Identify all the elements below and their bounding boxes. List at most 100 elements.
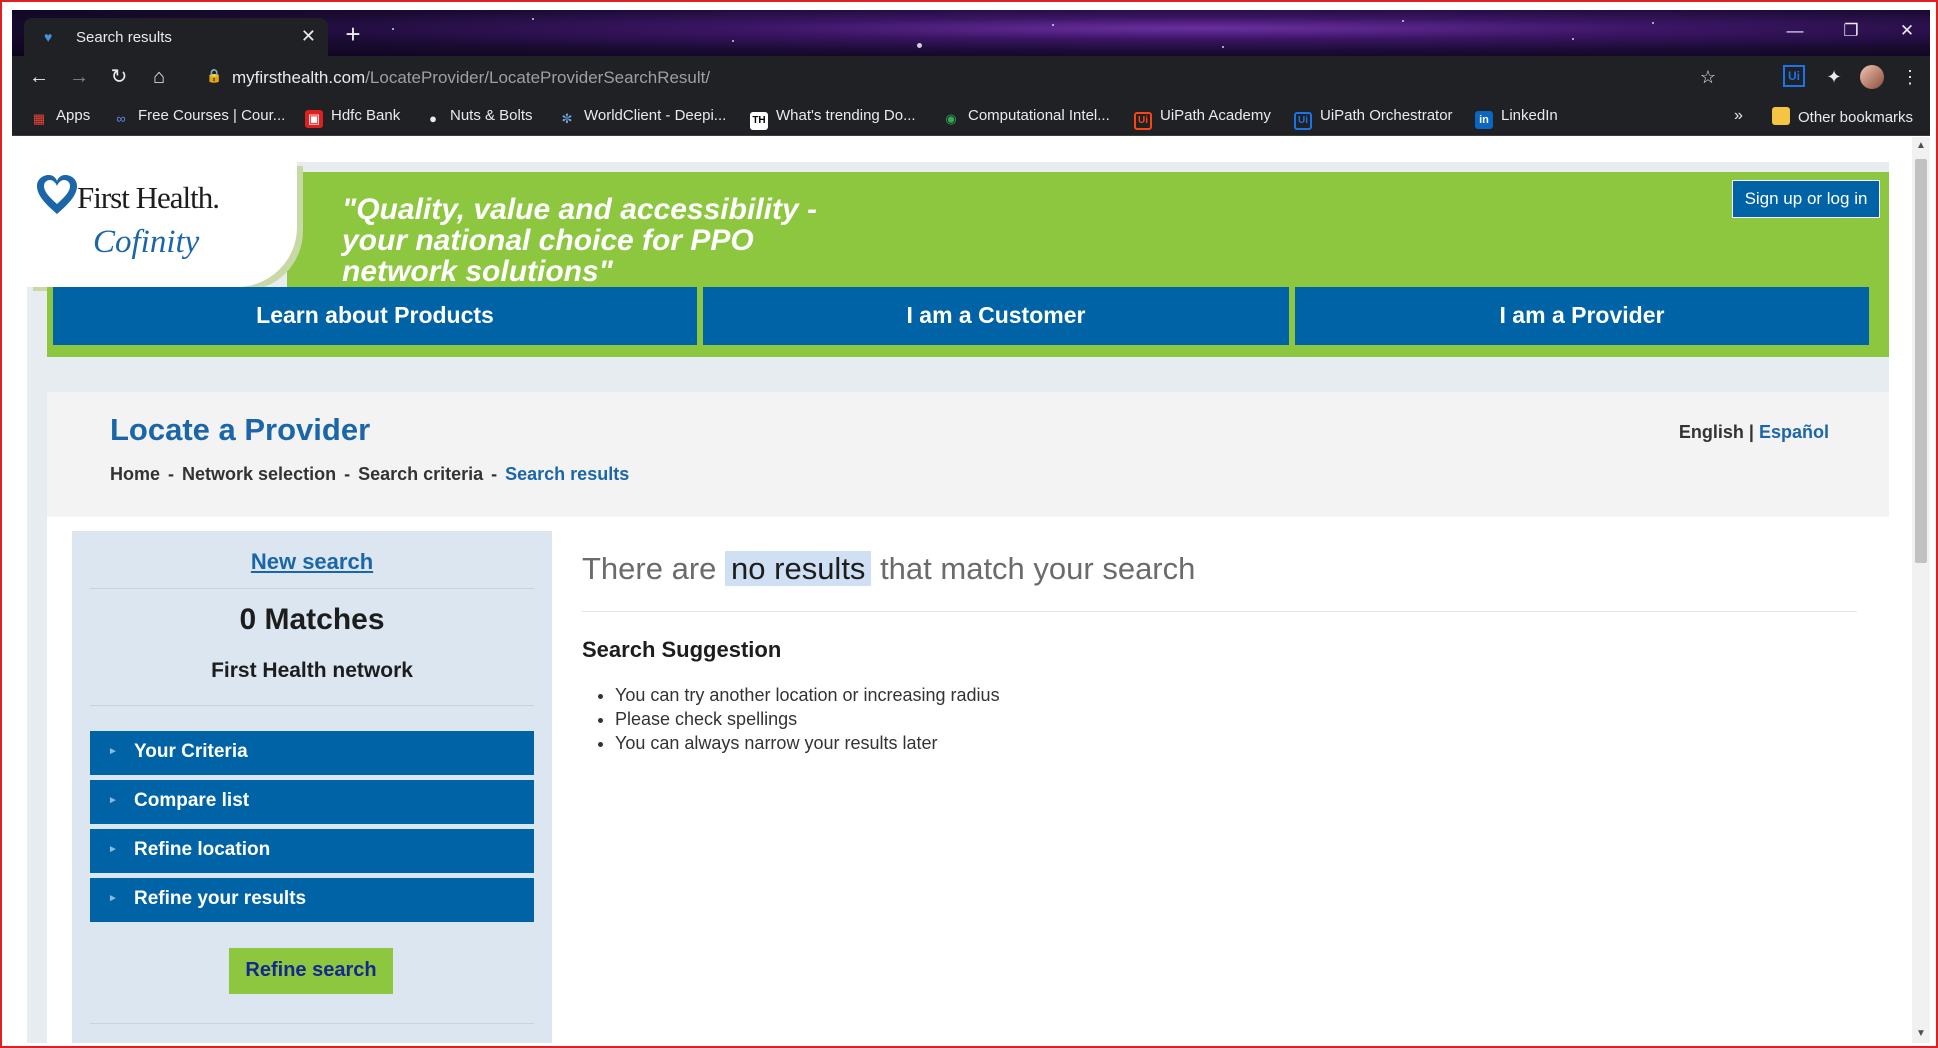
- folder-icon: [1772, 107, 1790, 125]
- bookmark-apps[interactable]: ▦ Apps: [30, 107, 90, 127]
- lang-espanol[interactable]: Español: [1759, 422, 1829, 442]
- apps-grid-icon: ▦: [32, 111, 46, 126]
- breadcrumb-separator: -: [168, 464, 175, 484]
- hdfc-icon: ▣: [305, 110, 323, 128]
- list-item: You can always narrow your results later: [615, 731, 1000, 755]
- scrollbar-thumb[interactable]: [1915, 159, 1927, 563]
- new-search-link[interactable]: New search: [72, 549, 552, 575]
- divider: [90, 588, 534, 589]
- scroll-down-icon[interactable]: ▼: [1912, 1025, 1930, 1043]
- home-icon[interactable]: ⌂: [146, 64, 172, 90]
- bookmark-worldclient[interactable]: ✼ WorldClient - Deepi...: [558, 107, 727, 127]
- bookmark-nuts-bolts[interactable]: ● Nuts & Bolts: [424, 107, 532, 127]
- caret-right-icon: ►: [108, 746, 118, 757]
- page-title: Locate a Provider: [110, 412, 371, 447]
- uipath-icon: Ui: [1294, 112, 1312, 130]
- tab-title: Search results: [76, 29, 172, 46]
- bookmark-uipath-academy[interactable]: Ui UiPath Academy: [1134, 107, 1271, 130]
- bookmark-uipath-orchestrator[interactable]: Ui UiPath Orchestrator: [1294, 107, 1453, 130]
- reload-icon[interactable]: ↻: [106, 64, 132, 90]
- main-nav: Learn about Products I am a Customer I a…: [47, 287, 1889, 357]
- caret-right-icon: ►: [108, 893, 118, 904]
- network-name: First Health network: [211, 659, 413, 682]
- bookmark-hdfc[interactable]: ▣ Hdfc Bank: [305, 107, 400, 128]
- nav-i-am-a-provider[interactable]: I am a Provider: [1295, 287, 1869, 345]
- nav-learn-about-products[interactable]: Learn about Products: [53, 287, 697, 345]
- heart-logo-icon: [37, 175, 77, 214]
- address-bar[interactable]: 🔒 myfirsthealth.com/LocateProvider/Locat…: [192, 61, 1742, 93]
- tab-close-icon[interactable]: ✕: [301, 26, 316, 47]
- breadcrumb-search-criteria[interactable]: Search criteria: [358, 464, 483, 484]
- other-bookmarks[interactable]: Other bookmarks: [1772, 107, 1913, 127]
- breadcrumb: Home - Network selection - Search criteria - S…: [110, 464, 629, 485]
- accordion-refine-location[interactable]: ► Refine location: [90, 829, 534, 873]
- worldclient-icon: ✼: [561, 111, 573, 126]
- window-close-icon[interactable]: ✕: [1884, 16, 1930, 46]
- no-results-message: There are no results that match your sea…: [582, 551, 1196, 586]
- minimize-icon[interactable]: —: [1772, 16, 1818, 46]
- bookmark-linkedin[interactable]: in LinkedIn: [1475, 107, 1558, 129]
- accordion-compare-list[interactable]: ► Compare list: [90, 780, 534, 824]
- browser-tab[interactable]: ♥ Search results ✕: [24, 18, 328, 56]
- new-tab-icon[interactable]: +: [338, 20, 368, 50]
- infinity-icon: ∞: [116, 111, 126, 126]
- eye-icon: ◉: [945, 111, 957, 126]
- divider: [582, 611, 1857, 612]
- main-content: New search 0 Matches First Health networ…: [47, 517, 1889, 1043]
- results-panel: There are no results that match your sea…: [582, 551, 1862, 753]
- extensions-puzzle-icon[interactable]: ✦: [1822, 65, 1846, 89]
- heart-favicon-icon: ♥: [44, 29, 53, 45]
- brand-name: First Health.: [77, 180, 220, 215]
- url-text[interactable]: myfirsthealth.com/LocateProvider/LocateP…: [232, 68, 710, 88]
- browser-window: ♥ Search results ✕ + — ❐ ✕ ← → ↻ ⌂ 🔒 myf…: [0, 0, 1938, 1048]
- nav-i-am-a-customer[interactable]: I am a Customer: [703, 287, 1289, 345]
- uipath-icon: Ui: [1134, 112, 1152, 130]
- forward-icon[interactable]: →: [66, 64, 92, 90]
- page-viewport: "Quality, value and accessibility - your…: [12, 137, 1912, 1043]
- bookmark-star-icon[interactable]: ☆: [1696, 65, 1720, 89]
- locate-provider-header: Locate a Provider Home - Network selection…: [47, 392, 1889, 517]
- lock-icon: 🔒: [206, 68, 223, 83]
- refine-search-button[interactable]: Refine search: [229, 948, 393, 994]
- breadcrumb-separator: -: [491, 464, 498, 484]
- globe-icon: ●: [429, 111, 437, 126]
- site-container: "Quality, value and accessibility - your…: [27, 162, 1889, 1043]
- linkedin-icon: in: [1475, 111, 1493, 129]
- search-suggestion-title: Search Suggestion: [582, 637, 782, 662]
- profile-avatar[interactable]: [1860, 65, 1884, 89]
- accordion-your-criteria[interactable]: ► Your Criteria: [90, 731, 534, 775]
- lang-english[interactable]: English: [1679, 422, 1744, 442]
- bookmark-whats-trending[interactable]: TH What's trending Do...: [750, 107, 916, 130]
- restore-icon[interactable]: ❐: [1828, 16, 1874, 46]
- back-icon[interactable]: ←: [26, 64, 52, 90]
- list-item: Please check spellings: [615, 707, 1000, 731]
- breadcrumb-search-results: Search results: [505, 464, 630, 484]
- logo[interactable]: First Health. Cofinity: [27, 162, 297, 287]
- breadcrumb-home[interactable]: Home: [110, 464, 160, 484]
- browser-toolbar: ← → ↻ ⌂ 🔒 myfirsthealth.com/LocateProvid…: [12, 56, 1930, 98]
- results-sidebar: New search 0 Matches First Health networ…: [72, 531, 552, 1043]
- menu-kebab-icon[interactable]: ⋮: [1898, 65, 1922, 89]
- title-bar: ♥ Search results ✕ + — ❐ ✕: [12, 10, 1930, 56]
- bookmarks-overflow-icon[interactable]: »: [1734, 107, 1743, 127]
- bookmark-computational-intel[interactable]: ◉ Computational Intel...: [942, 107, 1109, 127]
- page-scrollbar[interactable]: ▲ ▼: [1912, 137, 1930, 1043]
- breadcrumb-separator: -: [344, 464, 351, 484]
- brand-sub: Cofinity: [93, 224, 200, 260]
- language-switcher: English | Español: [1679, 422, 1829, 443]
- bookmarks-bar: ▦ Apps ∞ Free Courses | Cour... ▣ Hdfc Bank…: [12, 98, 1930, 136]
- suggestion-list: You can try another location or increasi…: [615, 683, 1000, 755]
- divider: [90, 1023, 534, 1024]
- no-results-highlight: no results: [725, 551, 872, 586]
- accordion-refine-your-results[interactable]: ► Refine your results: [90, 878, 534, 922]
- uipath-extension-icon[interactable]: Ui: [1783, 65, 1805, 87]
- tagline-banner: "Quality, value and accessibility - your…: [287, 172, 1889, 287]
- breadcrumb-network-selection[interactable]: Network selection: [182, 464, 336, 484]
- bookmark-free-courses[interactable]: ∞ Free Courses | Cour...: [112, 107, 285, 127]
- caret-right-icon: ►: [108, 844, 118, 855]
- lang-separator: |: [1748, 422, 1754, 442]
- list-item: You can try another location or increasi…: [615, 683, 1000, 707]
- scroll-up-icon[interactable]: ▲: [1912, 137, 1930, 155]
- site-header: "Quality, value and accessibility - your…: [27, 162, 1889, 287]
- sign-in-button[interactable]: Sign up or log in: [1732, 180, 1880, 218]
